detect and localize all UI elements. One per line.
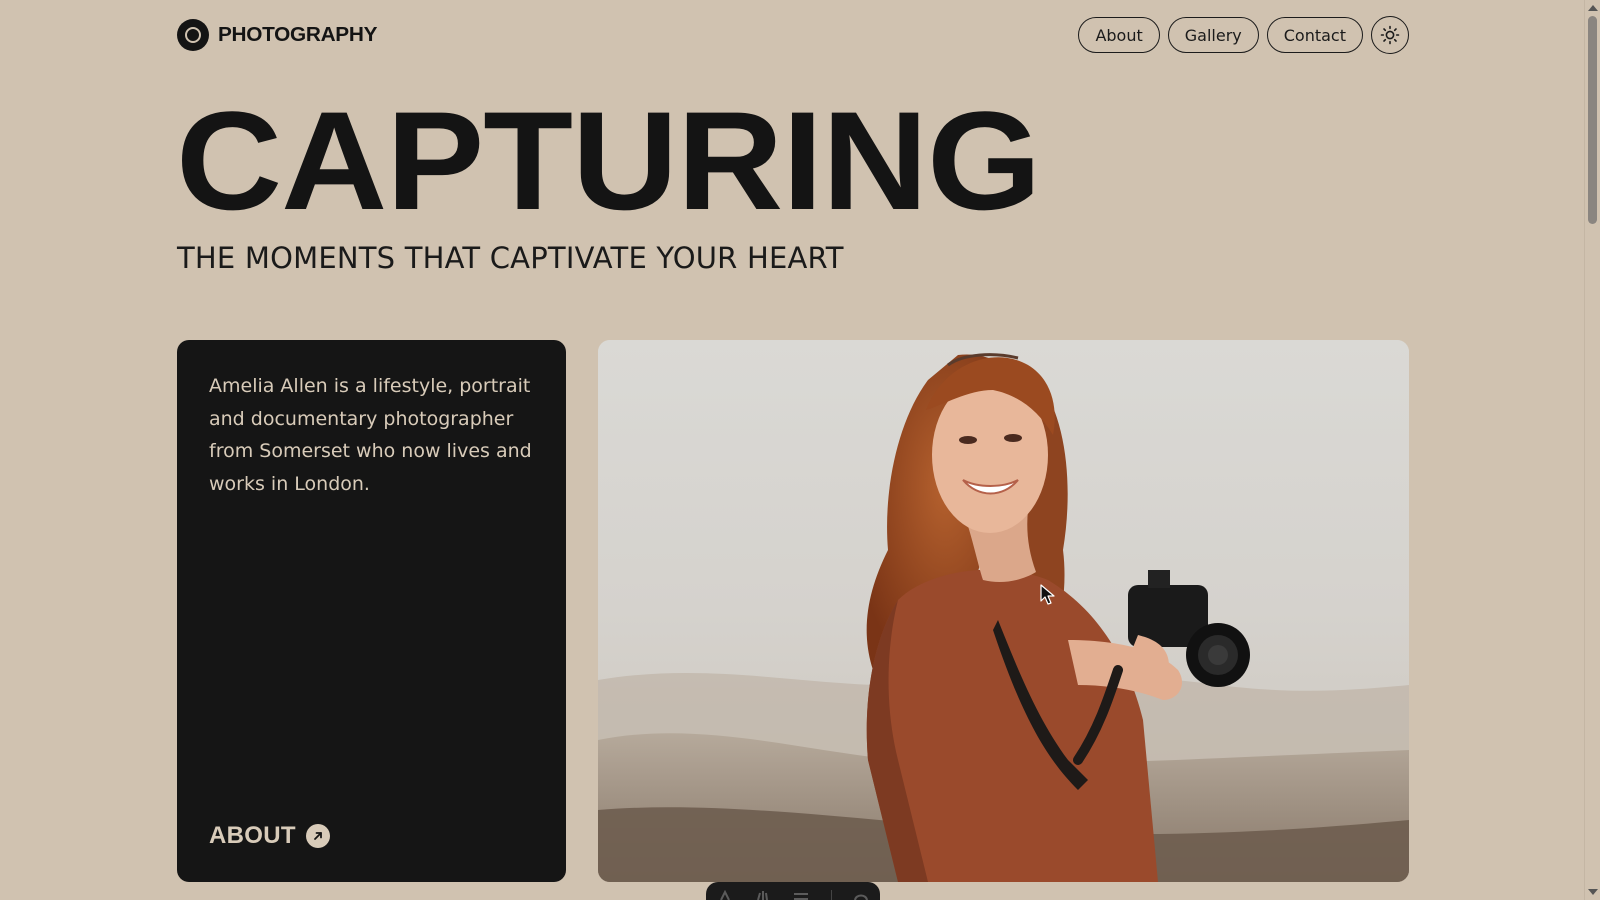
arrow-up-right-icon	[305, 824, 330, 848]
theme-toggle-button[interactable]	[1371, 16, 1409, 54]
hero-subtitle: THE MOMENTS THAT CAPTIVATE YOUR HEART	[177, 241, 844, 275]
brand-link[interactable]: PHOTOGRAPHY	[177, 19, 377, 51]
nav-about-button[interactable]: About	[1078, 17, 1160, 53]
settings-icon[interactable]	[852, 890, 870, 900]
hero-title: CAPTURING	[176, 82, 1041, 239]
about-description: Amelia Allen is a lifestyle, portrait an…	[209, 375, 532, 495]
circle-logo-icon	[177, 19, 209, 51]
site-header: PHOTOGRAPHY About Gallery Contact	[177, 16, 1409, 54]
about-link-label: ABOUT	[209, 822, 296, 849]
scroll-down-arrow-icon[interactable]	[1588, 889, 1598, 895]
scroll-thumb[interactable]	[1588, 16, 1597, 224]
floating-toolbar[interactable]	[706, 882, 880, 900]
nav-contact-button[interactable]: Contact	[1266, 17, 1363, 53]
pen-icon[interactable]	[716, 890, 734, 900]
woman-with-camera-photo	[598, 340, 1409, 882]
page: PHOTOGRAPHY About Gallery Contact CAPTUR…	[0, 0, 1600, 900]
scroll-up-arrow-icon[interactable]	[1588, 5, 1598, 11]
nav-gallery-button[interactable]: Gallery	[1167, 17, 1259, 53]
about-link[interactable]: ABOUT	[209, 822, 330, 850]
brand-name: PHOTOGRAPHY	[218, 23, 378, 46]
hand-icon[interactable]	[754, 890, 772, 900]
toolbar-divider	[830, 890, 832, 900]
menu-icon[interactable]	[792, 890, 810, 900]
photo-illustration	[598, 340, 1409, 882]
sun-icon	[1380, 25, 1400, 45]
page-scrollbar[interactable]	[1584, 0, 1600, 900]
about-card: Amelia Allen is a lifestyle, portrait an…	[177, 340, 566, 882]
main-nav: About Gallery Contact	[1078, 16, 1409, 54]
